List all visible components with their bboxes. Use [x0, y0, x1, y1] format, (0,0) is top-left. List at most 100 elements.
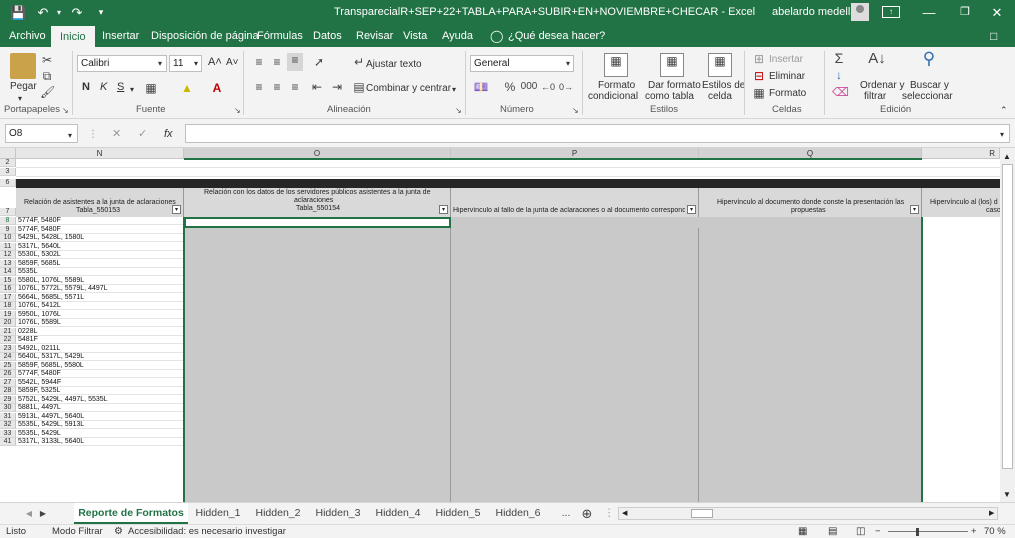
table-row[interactable]: 5535L, 5429L — [16, 430, 183, 438]
tab-formulas[interactable]: Fórmulas — [257, 25, 303, 47]
table-header-o[interactable]: Relación con los datos de los servidores… — [184, 188, 451, 217]
row-header[interactable]: 22 — [0, 336, 16, 344]
launcher-icon[interactable]: ↘ — [572, 106, 579, 115]
launcher-icon[interactable]: ↘ — [455, 106, 462, 115]
format-table-label[interactable]: como tabla — [645, 91, 694, 102]
font-name-dropdown-icon[interactable]: ▾ — [158, 58, 162, 69]
undo-dropdown-icon[interactable]: ▾ — [54, 4, 64, 21]
avatar[interactable] — [851, 3, 869, 21]
tab-ayuda[interactable]: Ayuda — [442, 25, 473, 47]
table-row[interactable]: 5913L, 4497L, 5640L — [16, 413, 183, 421]
row-header[interactable]: 18 — [0, 302, 16, 310]
horizontal-scrollbar[interactable]: ◀ ▶ — [618, 507, 998, 520]
tab-disposicion[interactable]: Disposición de página — [151, 25, 259, 47]
filter-dropdown-icon[interactable]: ▾ — [910, 205, 919, 214]
row-header[interactable]: 13 — [0, 259, 16, 268]
accessibility-icon[interactable]: ⚙ — [114, 525, 123, 538]
table-row[interactable]: 5664L, 5685L, 5571L — [16, 294, 183, 302]
name-box-dropdown-icon[interactable]: ▾ — [68, 130, 72, 141]
zoom-in-icon[interactable]: + — [971, 525, 977, 538]
autosum-icon[interactable]: Σ — [832, 51, 846, 65]
vertical-scrollbar[interactable]: ▲ ▼ — [1000, 148, 1015, 502]
sheet-tab-hidden1[interactable]: Hidden_1 — [190, 503, 246, 524]
row-header[interactable]: 23 — [0, 344, 16, 353]
wrap-text-icon[interactable]: ↵ — [352, 55, 366, 69]
table-row[interactable]: 5535L — [16, 268, 183, 276]
tab-archivo[interactable]: Archivo — [9, 25, 46, 47]
expand-formula-icon[interactable]: ▾ — [1000, 129, 1004, 140]
active-cell-o8[interactable] — [184, 217, 451, 228]
normal-view-icon[interactable]: ▦ — [798, 525, 807, 538]
insert-cells-button[interactable]: Insertar — [769, 54, 803, 65]
table-header-q[interactable]: Hipervínculo al documento donde conste l… — [699, 188, 922, 217]
paste-icon[interactable] — [10, 53, 36, 79]
table-row[interactable]: 5481F — [16, 336, 183, 344]
format-painter-icon[interactable]: 🖌 — [40, 85, 55, 99]
conditional-format-label[interactable]: condicional — [588, 91, 638, 102]
filter-dropdown-icon[interactable]: ▾ — [172, 205, 181, 214]
insert-cells-icon[interactable]: ⊞ — [752, 52, 766, 66]
find-select-label[interactable]: seleccionar — [902, 91, 953, 102]
row-header[interactable]: 12 — [0, 251, 16, 259]
find-select-icon[interactable]: ⚲ — [918, 50, 940, 67]
align-top-icon[interactable]: ≡ — [252, 55, 266, 69]
scroll-right-icon[interactable]: ▶ — [989, 509, 994, 517]
table-row[interactable]: 5530L, 5302L — [16, 251, 183, 259]
row-header[interactable]: 41 — [0, 438, 16, 446]
cell-styles-button[interactable]: Estilos de — [702, 80, 745, 91]
table-row[interactable]: 5859F, 5325L — [16, 387, 183, 395]
row-header[interactable]: 14 — [0, 268, 16, 276]
currency-icon[interactable]: 💷 — [472, 80, 490, 94]
table-header-r[interactable]: Hipervínculo al (los) d caso — [922, 188, 1000, 217]
merge-center-button[interactable]: Combinar y centrar — [366, 83, 451, 94]
row-header[interactable]: 10 — [0, 234, 16, 242]
close-icon[interactable]: ✕ — [988, 4, 1006, 21]
table-row[interactable]: 5859F, 5685L, 5580L — [16, 362, 183, 370]
font-size-dropdown-icon[interactable]: ▾ — [194, 58, 198, 69]
redo-icon[interactable]: ↷ — [70, 4, 84, 21]
sheet-tab-hidden5[interactable]: Hidden_5 — [430, 503, 486, 524]
conditional-format-button[interactable]: Formato — [598, 80, 635, 91]
conditional-format-icon[interactable]: ▦ — [604, 53, 628, 77]
table-row[interactable]: 5774F, 5480F — [16, 217, 183, 225]
fill-color-icon[interactable]: ▲ — [180, 81, 194, 95]
row-header[interactable]: 20 — [0, 319, 16, 327]
more-sheets-button[interactable]: ... — [556, 503, 576, 524]
filter-dropdown-icon[interactable]: ▾ — [439, 205, 448, 214]
tab-revisar[interactable]: Revisar — [356, 25, 393, 47]
row-header[interactable]: 31 — [0, 412, 16, 421]
merge-center-icon[interactable]: ▤ — [352, 80, 366, 94]
table-header-p[interactable]: Hipervínculo al fallo de la junta de acl… — [451, 188, 699, 217]
table-row[interactable]: 5774F, 5480F — [16, 226, 183, 234]
h-scroll-thumb[interactable] — [691, 509, 713, 518]
row-header[interactable]: 33 — [0, 429, 16, 438]
table-row[interactable]: 5317L, 5640L — [16, 243, 183, 251]
row-header[interactable]: 27 — [0, 378, 16, 387]
decrease-decimal-icon[interactable]: 0→ — [559, 80, 573, 94]
format-cells-icon[interactable]: ▦ — [752, 86, 766, 100]
fill-icon[interactable]: ↓ — [832, 68, 846, 82]
grow-font-icon[interactable]: A˄ — [208, 57, 222, 68]
undo-icon[interactable]: ↶ — [34, 4, 52, 21]
row-header[interactable]: 15 — [0, 276, 16, 285]
zoom-out-icon[interactable]: − — [875, 525, 881, 538]
table-row[interactable]: 5492L, 0211L — [16, 345, 183, 353]
font-name-select[interactable]: Calibri — [77, 55, 167, 72]
comma-style-icon[interactable]: 000 — [520, 80, 538, 94]
table-header-n[interactable]: Relación de asistentes a la junta de acl… — [16, 188, 184, 217]
table-row[interactable]: 5542L, 5944F — [16, 379, 183, 387]
zoom-slider-thumb[interactable] — [916, 528, 919, 536]
number-format-select[interactable]: General — [470, 55, 574, 72]
delete-cells-icon[interactable]: ⊟ — [752, 69, 766, 83]
orientation-icon[interactable]: ➚ — [312, 55, 326, 69]
sort-filter-icon[interactable]: A↓ — [866, 51, 888, 66]
sort-filter-button[interactable]: Ordenar y — [860, 80, 904, 91]
ribbon-display-icon[interactable]: ↑ — [882, 6, 900, 18]
number-format-dropdown-icon[interactable]: ▾ — [566, 58, 570, 69]
enter-icon[interactable]: ✓ — [138, 129, 147, 140]
scroll-thumb[interactable] — [1002, 164, 1013, 469]
filter-dropdown-icon[interactable]: ▾ — [687, 205, 696, 214]
underline-button[interactable]: S — [117, 82, 124, 93]
table-row[interactable]: 1076L, 5412L — [16, 302, 183, 310]
row-header[interactable]: 28 — [0, 387, 16, 395]
